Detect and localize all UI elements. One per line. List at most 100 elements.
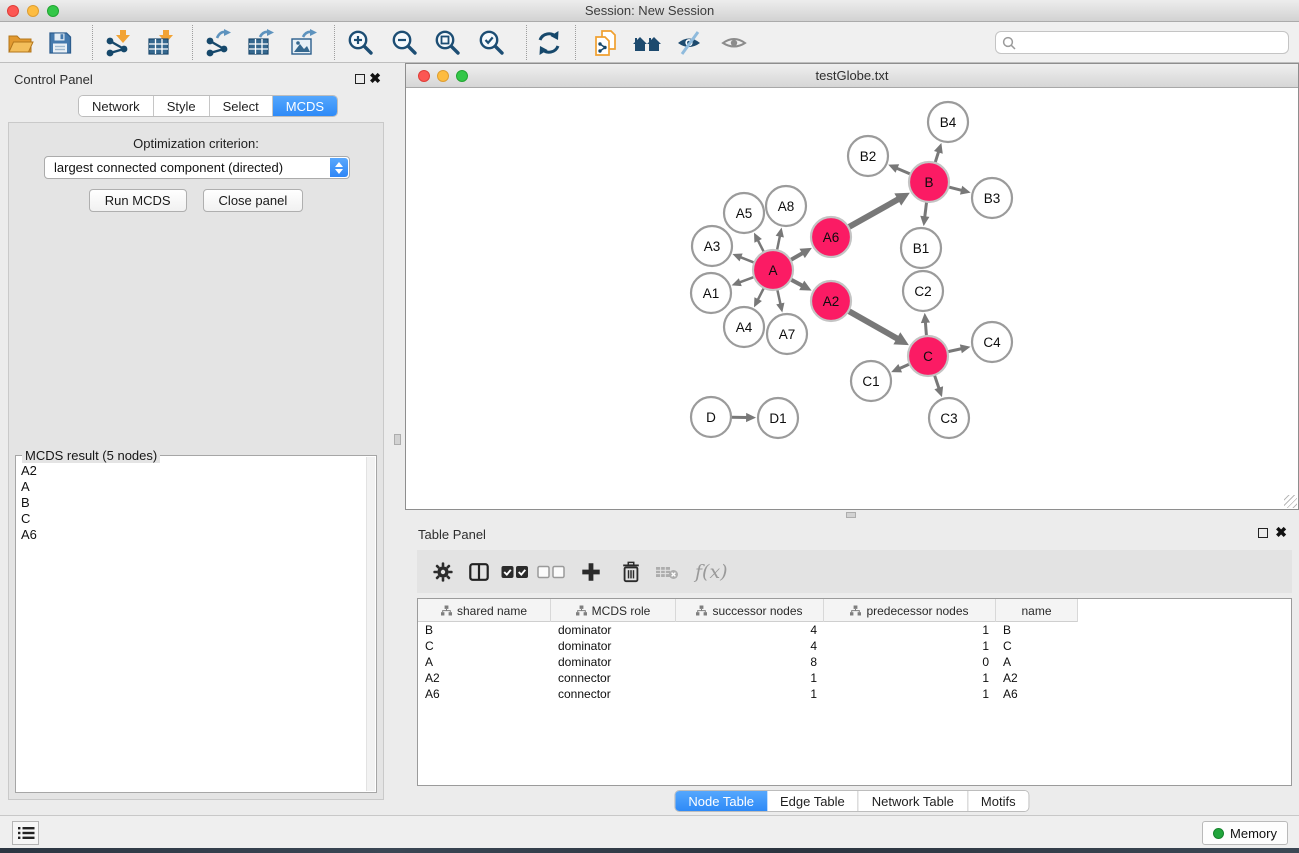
zoom-window-button[interactable]	[47, 5, 59, 17]
open-session-file-button[interactable]	[589, 25, 623, 60]
zoom-fit-icon	[434, 29, 462, 57]
minimize-network-button[interactable]	[437, 70, 449, 82]
column-header[interactable]: predecessor nodes	[824, 599, 996, 622]
import-table-button[interactable]	[144, 25, 178, 60]
graph-node-label: B1	[913, 241, 930, 256]
horizontal-splitter[interactable]	[405, 510, 1299, 520]
column-header[interactable]: shared name	[418, 599, 551, 622]
network-window-titlebar[interactable]: testGlobe.txt	[406, 64, 1298, 88]
network-canvas[interactable]: AA1A2A3A4A5A6A7A8BB1B2B3B4CC1C2C3C4DD1	[406, 88, 1298, 509]
zoom-selected-button[interactable]	[475, 25, 509, 60]
open-file-button[interactable]	[3, 25, 37, 60]
tab-mcds[interactable]: MCDS	[273, 96, 337, 116]
result-item[interactable]: A6	[19, 527, 364, 543]
result-scrollbar[interactable]	[366, 457, 375, 791]
table-row[interactable]: Bdominator41B	[418, 622, 1291, 638]
graph-node-label: C4	[983, 335, 1001, 350]
search-box[interactable]	[995, 31, 1289, 54]
search-input[interactable]	[1020, 35, 1288, 50]
resize-grip[interactable]	[1284, 495, 1297, 508]
dropdown-stepper-icon	[330, 158, 348, 177]
table-row[interactable]: A2connector11A2	[418, 670, 1291, 686]
show-column-button[interactable]	[461, 554, 497, 590]
table-panel: Table Panel ✖	[405, 520, 1299, 815]
zoom-out-button[interactable]	[388, 25, 422, 60]
zoom-in-button[interactable]	[344, 25, 378, 60]
refresh-view-button[interactable]	[532, 25, 566, 60]
control-panel-tabs: Network Style Select MCDS	[78, 95, 338, 117]
control-panel-title: Control Panel	[14, 72, 93, 87]
save-session-button[interactable]	[43, 25, 77, 60]
task-history-button[interactable]	[12, 821, 39, 845]
table-settings-button[interactable]	[425, 554, 461, 590]
float-panel-icon[interactable]	[1258, 528, 1268, 538]
splitter-handle[interactable]	[394, 434, 401, 445]
deselect-all-rows-button[interactable]	[533, 554, 569, 590]
table-header-row: shared nameMCDS rolesuccessor nodesprede…	[418, 599, 1078, 622]
close-network-button[interactable]	[418, 70, 430, 82]
column-header[interactable]: name	[996, 599, 1078, 622]
result-item[interactable]: C	[19, 511, 364, 527]
zoom-network-button[interactable]	[456, 70, 468, 82]
close-panel-icon[interactable]: ✖	[1275, 523, 1287, 541]
float-panel-icon[interactable]	[355, 74, 365, 84]
close-panel-button[interactable]: Close panel	[203, 189, 304, 212]
column-header[interactable]: successor nodes	[676, 599, 824, 622]
tab-network[interactable]: Network	[79, 96, 154, 116]
graph-node-label: D	[706, 410, 716, 425]
tab-select[interactable]: Select	[210, 96, 273, 116]
home-view-button[interactable]	[630, 25, 664, 60]
create-column-button[interactable]	[573, 554, 609, 590]
checked-boxes-icon	[501, 564, 529, 580]
export-image-button[interactable]	[287, 25, 321, 60]
graph-node-label: A2	[823, 294, 840, 309]
export-network-button[interactable]	[201, 25, 235, 60]
table-body: Bdominator41BCdominator41CAdominator80AA…	[418, 622, 1291, 702]
select-all-rows-button[interactable]	[497, 554, 533, 590]
tab-node-table[interactable]: Node Table	[675, 791, 767, 811]
mcds-panel: Optimization criterion: largest connecte…	[8, 122, 384, 800]
graph-node-label: B2	[860, 149, 877, 164]
mcds-result-list: A2ABCA6	[19, 463, 364, 789]
graph-node-label: B3	[984, 191, 1001, 206]
import-table-icon	[147, 29, 175, 57]
result-item[interactable]: A	[19, 479, 364, 495]
export-table-button[interactable]	[244, 25, 278, 60]
control-panel: Control Panel ✖ Network Style Select MCD…	[0, 63, 390, 815]
criterion-dropdown[interactable]: largest connected component (directed)	[44, 156, 350, 179]
table-row[interactable]: A6connector11A6	[418, 686, 1291, 702]
close-window-button[interactable]	[7, 5, 19, 17]
zoom-selected-icon	[478, 29, 506, 57]
delete-column-button[interactable]	[613, 554, 649, 590]
tab-network-table[interactable]: Network Table	[859, 791, 968, 811]
gear-icon	[432, 561, 454, 583]
result-item[interactable]: B	[19, 495, 364, 511]
show-all-button[interactable]	[718, 25, 752, 60]
graph-node-label: A7	[779, 327, 796, 342]
vertical-splitter[interactable]	[390, 63, 405, 815]
tab-motifs[interactable]: Motifs	[968, 791, 1029, 811]
import-network-icon	[104, 29, 132, 57]
import-network-button[interactable]	[101, 25, 135, 60]
column-header[interactable]: MCDS role	[551, 599, 676, 622]
memory-button[interactable]: Memory	[1202, 821, 1288, 845]
table-row[interactable]: Cdominator41C	[418, 638, 1291, 654]
eye-icon	[720, 30, 750, 56]
close-panel-icon[interactable]: ✖	[369, 69, 381, 87]
run-mcds-button[interactable]: Run MCDS	[89, 189, 187, 212]
graph-node-label: A	[768, 263, 777, 278]
table-row[interactable]: Adominator80A	[418, 654, 1291, 670]
graph-node-label: A4	[736, 320, 753, 335]
minimize-window-button[interactable]	[27, 5, 39, 17]
graph-node-label: A5	[736, 206, 753, 221]
tab-edge-table[interactable]: Edge Table	[767, 791, 859, 811]
zoom-fit-button[interactable]	[431, 25, 465, 60]
splitter-handle[interactable]	[846, 512, 856, 518]
tab-style[interactable]: Style	[154, 96, 210, 116]
result-item[interactable]: A2	[19, 463, 364, 479]
zoom-in-icon	[347, 29, 375, 57]
table-tabs: Node Table Edge Table Network Table Moti…	[674, 790, 1029, 812]
hide-selected-button[interactable]	[673, 25, 707, 60]
delete-table-button[interactable]	[649, 554, 685, 590]
function-builder-button[interactable]: f(x)	[695, 561, 728, 583]
